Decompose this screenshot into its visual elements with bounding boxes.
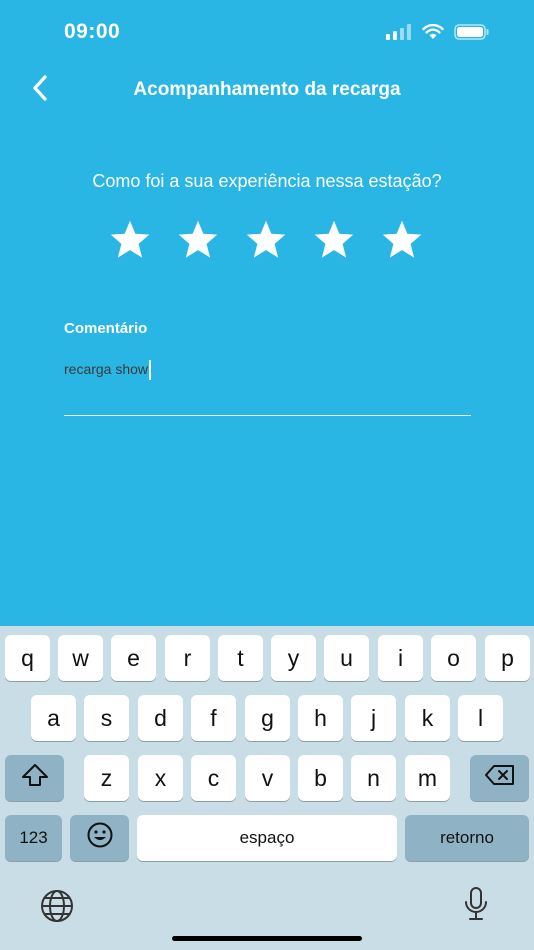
key-g[interactable]: g: [245, 695, 290, 741]
key-t[interactable]: t: [218, 635, 263, 681]
key-o[interactable]: o: [431, 635, 476, 681]
key-x[interactable]: x: [138, 755, 183, 801]
status-icons: [386, 23, 490, 45]
key-a[interactable]: a: [31, 695, 76, 741]
shift-key[interactable]: [5, 755, 64, 801]
numbers-key[interactable]: 123: [5, 815, 62, 861]
key-s[interactable]: s: [84, 695, 129, 741]
key-f[interactable]: f: [191, 695, 236, 741]
backspace-icon: [484, 763, 516, 793]
battery-icon: [454, 24, 490, 45]
key-e[interactable]: e: [111, 635, 156, 681]
comment-value: recarga show: [64, 361, 149, 377]
emoji-key[interactable]: [70, 815, 129, 861]
star-3-icon[interactable]: [244, 218, 288, 262]
key-k[interactable]: k: [405, 695, 450, 741]
emoji-icon: [86, 821, 114, 855]
key-w[interactable]: w: [58, 635, 103, 681]
key-v[interactable]: v: [245, 755, 290, 801]
backspace-key[interactable]: [470, 755, 529, 801]
home-indicator: [172, 936, 362, 941]
key-j[interactable]: j: [351, 695, 396, 741]
comment-label: Comentário: [64, 320, 148, 337]
status-time: 09:00: [64, 20, 121, 43]
key-l[interactable]: l: [458, 695, 503, 741]
key-i[interactable]: i: [378, 635, 423, 681]
globe-icon[interactable]: [39, 888, 75, 929]
wifi-icon: [422, 23, 444, 45]
key-u[interactable]: u: [324, 635, 369, 681]
status-bar: 09:00: [0, 0, 534, 62]
key-h[interactable]: h: [298, 695, 343, 741]
key-n[interactable]: n: [351, 755, 396, 801]
page-title: Acompanhamento da recarga: [133, 79, 401, 100]
text-caret: [149, 359, 152, 380]
comment-field[interactable]: recarga show: [64, 356, 471, 416]
shift-icon: [20, 762, 50, 794]
key-m[interactable]: m: [405, 755, 450, 801]
key-r[interactable]: r: [165, 635, 210, 681]
key-p[interactable]: p: [485, 635, 530, 681]
star-1-icon[interactable]: [108, 218, 152, 262]
return-key[interactable]: retorno: [405, 815, 529, 861]
star-rating: [108, 218, 424, 262]
cellular-signal-icon: [386, 24, 412, 45]
key-b[interactable]: b: [298, 755, 343, 801]
on-screen-keyboard: q w e r t y u i o p a s d f g h j k l z …: [0, 626, 534, 950]
key-c[interactable]: c: [191, 755, 236, 801]
star-4-icon[interactable]: [312, 218, 356, 262]
key-d[interactable]: d: [138, 695, 183, 741]
key-z[interactable]: z: [84, 755, 129, 801]
star-5-icon[interactable]: [380, 218, 424, 262]
star-2-icon[interactable]: [176, 218, 220, 262]
key-y[interactable]: y: [271, 635, 316, 681]
rating-question: Como foi a sua experiência nessa estação…: [92, 171, 442, 191]
key-q[interactable]: q: [5, 635, 50, 681]
navigation-bar: Acompanhamento da recarga: [0, 62, 534, 118]
microphone-icon[interactable]: [462, 886, 490, 927]
space-key[interactable]: espaço: [137, 815, 397, 861]
